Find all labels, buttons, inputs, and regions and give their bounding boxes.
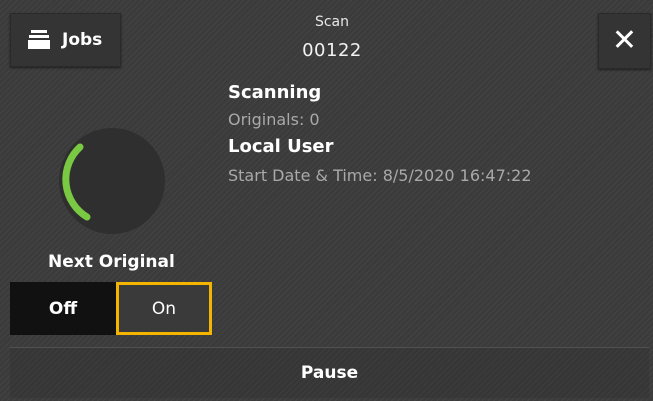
on-label: On [151, 298, 177, 319]
status-state: Scanning [228, 82, 322, 103]
page-title: Scan [314, 14, 350, 30]
jobs-stack-icon [28, 30, 50, 50]
pause-button[interactable]: Pause [10, 347, 649, 398]
next-original-label: Next Original [48, 252, 175, 272]
user-name: Local User [228, 136, 334, 157]
next-original-on-button[interactable]: On [116, 282, 212, 335]
pause-label: Pause [300, 363, 359, 383]
job-number: 00122 [302, 40, 362, 61]
next-original-off-button[interactable]: Off [10, 282, 116, 335]
scan-progress-indicator [56, 125, 168, 237]
jobs-button[interactable]: Jobs [10, 13, 121, 67]
off-label: Off [48, 298, 78, 319]
originals-count: Originals: 0 [228, 110, 320, 129]
jobs-label: Jobs [62, 30, 103, 50]
close-button[interactable]: ✕ [598, 13, 651, 69]
close-icon: ✕ [611, 23, 638, 58]
start-time: Start Date & Time: 8/5/2020 16:47:22 [228, 166, 532, 185]
